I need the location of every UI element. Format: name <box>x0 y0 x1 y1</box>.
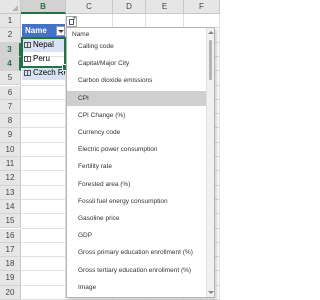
row-header[interactable]: 6 <box>0 85 21 100</box>
row-header[interactable]: 3 <box>0 42 21 57</box>
field-option[interactable]: Fossil fuel energy consumption <box>67 194 207 209</box>
column-header[interactable]: B <box>21 0 66 14</box>
row-header[interactable]: 11 <box>0 157 21 172</box>
worksheet[interactable]: ABCDEF 1234567891011121314151617181920 N… <box>0 0 220 300</box>
column-header[interactable]: D <box>113 0 146 14</box>
table-header-label: Name <box>25 26 47 35</box>
column-header[interactable]: E <box>146 0 184 14</box>
row-header[interactable]: 13 <box>0 185 21 200</box>
map-geography-icon <box>24 55 31 62</box>
row-header[interactable]: 19 <box>0 271 21 286</box>
row-header[interactable]: 14 <box>0 199 21 215</box>
field-option[interactable]: Gross primary education enrollment (%) <box>67 245 207 260</box>
row-header[interactable]: 7 <box>0 99 21 115</box>
column-header[interactable]: C <box>66 0 113 14</box>
field-option[interactable]: CPI Change (%) <box>67 108 207 123</box>
row-header[interactable]: 18 <box>0 257 21 272</box>
scroll-up-icon[interactable] <box>208 31 214 34</box>
field-option[interactable]: Gasoline price <box>67 211 207 226</box>
row-header[interactable]: 15 <box>0 214 21 229</box>
table-cell-value: Nepal <box>33 40 54 49</box>
scrollbar[interactable] <box>206 28 214 297</box>
row-header[interactable]: 12 <box>0 171 21 186</box>
row-header[interactable]: 20 <box>0 285 21 300</box>
row-header[interactable]: 2 <box>0 28 21 43</box>
insert-data-icon[interactable]: + <box>66 16 77 27</box>
table-cell[interactable]: Peru <box>22 52 65 66</box>
field-option[interactable]: Forested area (%) <box>67 177 207 192</box>
field-picker-dropdown[interactable]: Name Calling code Capital/Major City Carbo… <box>66 27 215 298</box>
row-header[interactable]: 16 <box>0 228 21 243</box>
row-header[interactable]: 9 <box>0 128 21 143</box>
field-option[interactable]: Capital/Major City <box>67 56 207 71</box>
field-option[interactable]: Image <box>67 280 207 295</box>
scroll-down-icon[interactable] <box>208 291 214 294</box>
field-option[interactable]: Carbon dioxide emissions <box>67 73 207 88</box>
field-option[interactable]: Electric power consumption <box>67 142 207 157</box>
field-option[interactable]: Gross tertiary education enrollment (%) <box>67 263 207 278</box>
row-header[interactable]: 8 <box>0 114 21 129</box>
map-geography-icon <box>24 41 31 48</box>
field-option[interactable]: Fertility rate <box>67 159 207 174</box>
row-header[interactable]: 5 <box>0 71 21 86</box>
field-picker-title: Name <box>72 31 90 38</box>
field-option[interactable]: Currency code <box>67 125 207 140</box>
table-cell-value: Czech Re... <box>33 68 65 77</box>
filter-dropdown-icon[interactable] <box>56 26 65 36</box>
field-option[interactable]: CPI <box>67 90 207 106</box>
column-header[interactable]: F <box>184 0 220 14</box>
row-header[interactable]: 10 <box>0 142 21 157</box>
row-header[interactable]: 17 <box>0 242 21 258</box>
table-cell[interactable]: Nepal <box>22 38 65 52</box>
table-cell[interactable]: Czech Re... <box>22 66 65 80</box>
gridline <box>219 14 220 300</box>
row-header[interactable]: 1 <box>0 14 21 29</box>
row-header[interactable]: 4 <box>0 56 21 72</box>
field-option[interactable]: GDP <box>67 228 207 243</box>
scrollbar-thumb[interactable] <box>209 40 212 80</box>
select-all-icon[interactable] <box>0 0 21 14</box>
map-geography-icon <box>24 69 31 76</box>
table-cell-value: Peru <box>33 54 50 63</box>
field-option[interactable]: Calling code <box>67 39 207 54</box>
